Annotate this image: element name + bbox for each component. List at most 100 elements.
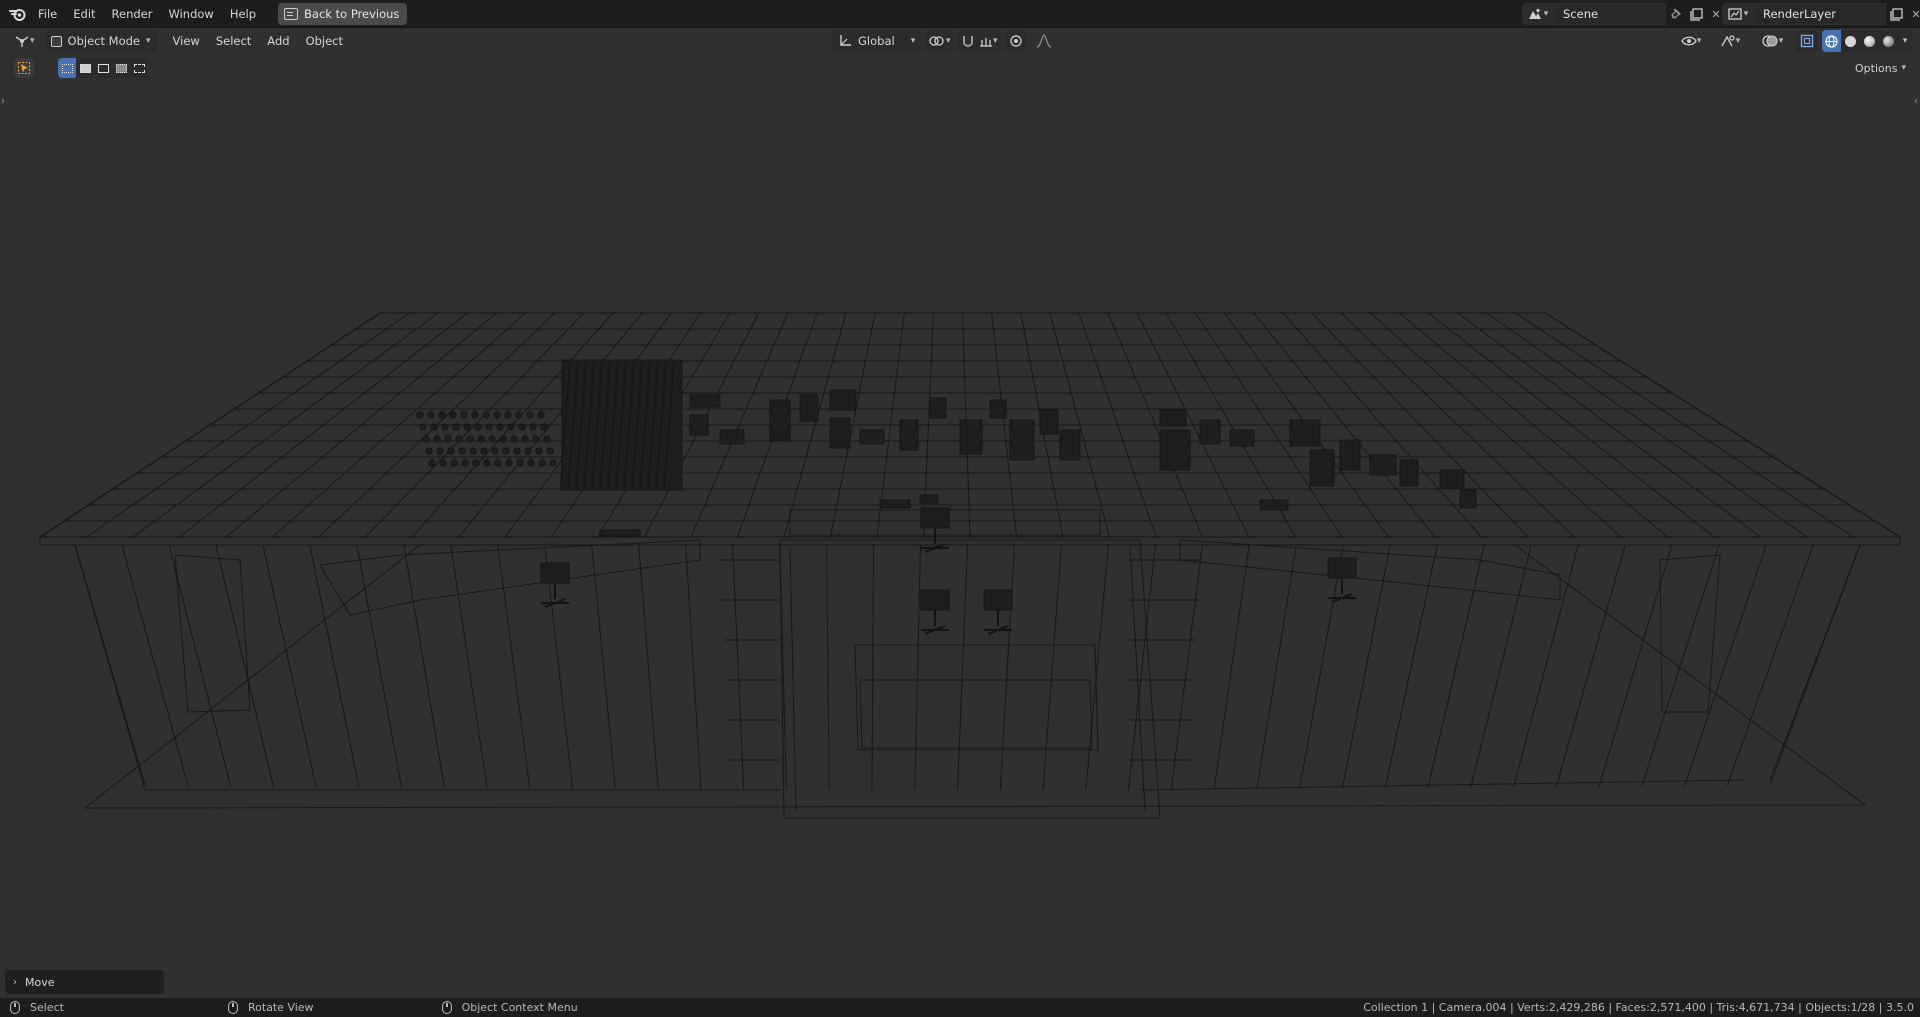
menu-select[interactable]: Select xyxy=(208,30,259,52)
editor-type-button[interactable]: ▾ xyxy=(10,30,39,52)
chevron-down-icon: ▾ xyxy=(30,36,35,46)
material-preview-button[interactable] xyxy=(1860,30,1879,52)
scene-icon xyxy=(1528,8,1541,19)
tool-settings-bar: Options ▾ xyxy=(0,56,1920,80)
axis-gizmo-icon xyxy=(15,36,29,47)
gizmo-toggle-button[interactable]: ▾ xyxy=(1712,30,1748,52)
magnet-icon xyxy=(962,36,973,47)
last-operator-label: Move xyxy=(25,975,55,989)
close-icon[interactable]: ✕ xyxy=(1906,3,1920,25)
intersect-selection-button[interactable] xyxy=(130,58,148,78)
rendered-shading-button[interactable] xyxy=(1879,30,1898,52)
menu-file[interactable]: File xyxy=(30,3,65,25)
invert-selection-button[interactable] xyxy=(112,58,130,78)
chevron-down-icon: ▾ xyxy=(145,36,151,46)
active-tool-button[interactable] xyxy=(14,58,34,78)
overlays-button[interactable]: ▾ xyxy=(1752,30,1792,52)
chevron-down-icon: ▾ xyxy=(1743,9,1749,19)
solid-shading-button[interactable] xyxy=(1841,30,1860,52)
back-to-previous-label: Back to Previous xyxy=(304,6,400,21)
chevron-down-icon: ▾ xyxy=(1902,36,1908,46)
status-hint-context: Object Context Menu xyxy=(441,998,578,1017)
extend-selection-button[interactable] xyxy=(76,58,94,78)
blender-logo-icon[interactable] xyxy=(6,4,30,24)
scene-statistics: Collection 1 | Camera.004 | Verts:2,429,… xyxy=(1363,1001,1914,1014)
status-hint-label: Rotate View xyxy=(247,1001,314,1014)
chevron-down-icon: ▾ xyxy=(992,36,998,46)
wireframe-shading-button[interactable] xyxy=(1822,30,1841,52)
intersect-selection-icon xyxy=(133,63,145,73)
wireframe-sphere-icon xyxy=(1825,34,1838,48)
falloff-curve-icon xyxy=(1036,34,1052,48)
shading-options-button[interactable]: ▾ xyxy=(1898,30,1912,52)
top-bar: File Edit Render Window Help Back to Pre… xyxy=(0,0,1920,28)
select-box-tool-icon xyxy=(18,62,30,74)
subtract-selection-icon xyxy=(97,63,109,73)
menu-render[interactable]: Render xyxy=(104,3,161,25)
scene-name-field[interactable]: Scene xyxy=(1554,3,1666,25)
set-new-selection-button[interactable] xyxy=(58,58,76,78)
object-mode-icon xyxy=(50,35,62,47)
proportional-editing-button[interactable] xyxy=(1005,30,1028,52)
status-hint-label: Object Context Menu xyxy=(461,1001,578,1014)
view-layer-browse-button[interactable]: ▾ xyxy=(1722,3,1754,25)
options-dropdown[interactable]: Options ▾ xyxy=(1849,58,1912,78)
orientation-label: Global xyxy=(858,34,895,48)
menu-window[interactable]: Window xyxy=(160,3,221,25)
subtract-selection-button[interactable] xyxy=(94,58,112,78)
invert-selection-icon xyxy=(115,63,127,73)
orientation-icon xyxy=(840,35,851,46)
object-visibility-button[interactable]: ▾ xyxy=(1674,30,1708,52)
view-layer-name-field[interactable]: RenderLayer xyxy=(1754,3,1886,25)
duplicate-icon[interactable] xyxy=(1886,3,1906,25)
xray-toggle-button[interactable] xyxy=(1796,30,1818,52)
solid-sphere-icon xyxy=(1845,35,1856,47)
pivot-point-button[interactable]: ▾ xyxy=(925,30,954,52)
xray-icon xyxy=(1800,34,1814,48)
chevron-down-icon: ▾ xyxy=(1901,63,1906,73)
selection-mode-group xyxy=(58,58,148,78)
mouse-right-icon xyxy=(441,1001,452,1014)
options-label: Options xyxy=(1855,61,1898,75)
falloff-button[interactable] xyxy=(1031,30,1057,52)
toolbar-expand-icon[interactable]: › xyxy=(1,96,5,107)
snap-button[interactable]: ▾ xyxy=(957,30,1002,52)
menu-object[interactable]: Object xyxy=(298,30,351,52)
chevron-down-icon: ▾ xyxy=(910,36,916,46)
view-layer-selector: ▾ RenderLayer ✕ xyxy=(1722,3,1920,25)
render-layer-icon xyxy=(1728,8,1742,20)
duplicate-icon[interactable] xyxy=(1686,3,1706,25)
last-operator-panel[interactable]: › Move xyxy=(5,970,164,994)
new-selection-icon xyxy=(61,63,73,73)
scene-browse-button[interactable]: ▾ xyxy=(1522,3,1554,25)
material-sphere-icon xyxy=(1864,35,1875,47)
pin-icon[interactable] xyxy=(1666,3,1686,25)
status-bar: Select Rotate View Object Context Menu C… xyxy=(0,998,1920,1017)
rendered-sphere-icon xyxy=(1883,35,1894,47)
overlays-icon xyxy=(1762,35,1778,47)
menu-help[interactable]: Help xyxy=(222,3,264,25)
pivot-icon xyxy=(929,36,944,46)
transform-tools: Global ▾ ▾ ▾ xyxy=(832,30,1057,52)
status-hint-select: Select xyxy=(10,998,64,1017)
sidebar-expand-icon[interactable]: ‹ xyxy=(1914,96,1918,107)
status-hint-rotate: Rotate View xyxy=(227,998,314,1017)
back-to-previous-button[interactable]: Back to Previous xyxy=(278,2,408,25)
menu-add[interactable]: Add xyxy=(259,30,297,52)
status-hint-label: Select xyxy=(30,1001,64,1014)
shading-mode-group: ▾ xyxy=(1822,30,1912,52)
viewport-display-tools: ▾ ▾ ▾ ▾ xyxy=(1674,30,1912,52)
object-mode-dropdown[interactable]: Object Mode ▾ xyxy=(44,30,157,52)
chevron-right-icon: › xyxy=(13,976,17,988)
menu-view[interactable]: View xyxy=(165,30,208,52)
chevron-down-icon: ▾ xyxy=(1696,36,1702,46)
scene-selector: ▾ Scene ✕ xyxy=(1522,3,1726,25)
3d-viewport-wireframe[interactable] xyxy=(0,0,1920,1000)
back-icon xyxy=(284,7,299,20)
menu-edit[interactable]: Edit xyxy=(65,3,103,25)
transform-orientation-dropdown[interactable]: Global ▾ xyxy=(832,30,922,52)
object-mode-label: Object Mode xyxy=(67,34,140,48)
mouse-left-icon xyxy=(10,1001,20,1014)
chevron-down-icon: ▾ xyxy=(1778,36,1784,46)
eye-icon xyxy=(1680,36,1697,46)
